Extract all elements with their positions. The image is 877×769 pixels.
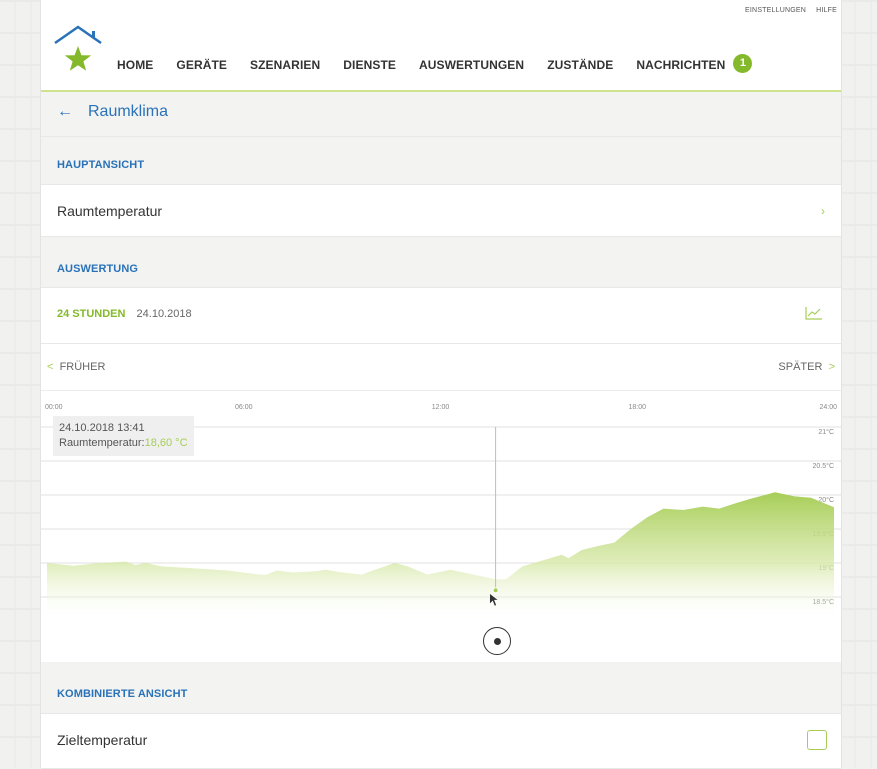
combined-view-label: KOMBINIERTE ANSICHT: [57, 688, 188, 700]
nav-devices[interactable]: GERÄTE: [176, 58, 227, 72]
page-title: Raumklima: [88, 103, 169, 120]
x-tick-label: 18:00: [628, 404, 646, 411]
line-chart-icon[interactable]: [805, 306, 823, 320]
chevron-right-icon: >: [828, 361, 835, 373]
app-panel: EINSTELLUNGEN HILFE HOME GERÄTE SZENARIE…: [40, 0, 842, 769]
period-selector[interactable]: 24 STUNDEN 24.10.2018: [57, 308, 192, 320]
later-button[interactable]: SPÄTER >: [778, 361, 835, 373]
background-pattern-right: [840, 0, 877, 768]
target-temperature-row: Zieltemperatur: [41, 714, 841, 769]
y-tick-label: 20.5°C: [813, 462, 834, 470]
nav-states[interactable]: ZUSTÄNDE: [547, 58, 613, 72]
tooltip-label: Raumtemperatur:: [59, 437, 145, 449]
room-temperature-label: Raumtemperatur: [57, 203, 163, 219]
period-row: 24 STUNDEN 24.10.2018: [41, 288, 841, 344]
nav-evaluations[interactable]: AUSWERTUNGEN: [419, 58, 524, 72]
target-temperature-checkbox[interactable]: [807, 730, 827, 750]
main-view-section-header: HAUPTANSICHT: [41, 137, 841, 185]
x-tick-label: 00:00: [45, 404, 63, 411]
main-nav: HOME GERÄTE SZENARIEN DIENSTE AUSWERTUNG…: [117, 54, 753, 73]
help-link[interactable]: HILFE: [816, 7, 837, 14]
settings-link[interactable]: EINSTELLUNGEN: [745, 7, 806, 14]
chart-navigation: < FRÜHER SPÄTER >: [41, 344, 841, 391]
record-dot-icon: [493, 637, 501, 645]
top-links: EINSTELLUNGEN HILFE: [737, 7, 837, 14]
messages-count-badge[interactable]: 1: [733, 54, 753, 73]
later-label: SPÄTER: [778, 361, 823, 373]
x-tick-label: 12:00: [432, 404, 450, 411]
target-temperature-label: Zieltemperatur: [57, 732, 148, 748]
chevron-left-icon: <: [47, 361, 54, 373]
chart-record-button[interactable]: [483, 627, 511, 655]
temperature-area: [47, 492, 834, 623]
evaluation-label: AUSWERTUNG: [57, 263, 139, 275]
period-range[interactable]: 24 STUNDEN: [57, 308, 125, 320]
house-star-logo-icon[interactable]: [52, 22, 104, 74]
x-tick-label: 24:00: [819, 404, 837, 411]
earlier-label: FRÜHER: [59, 361, 106, 373]
chart-tooltip: 24.10.2018 13:41 Raumtemperatur:18,60 °C: [53, 416, 194, 456]
header: EINSTELLUNGEN HILFE HOME GERÄTE SZENARIE…: [41, 0, 841, 92]
evaluation-section-header: AUSWERTUNG: [41, 237, 841, 288]
y-tick-label: 21°C: [818, 428, 834, 436]
nav-services[interactable]: DIENSTE: [343, 58, 396, 72]
tooltip-value: 18,60 °C: [144, 437, 188, 449]
x-tick-label: 06:00: [235, 404, 253, 411]
back-arrow-icon[interactable]: ←: [57, 103, 73, 121]
temperature-chart[interactable]: 21°C20.5°C20°C19.5°C19°C18.5°C00:0006:00…: [41, 391, 841, 661]
nav-scenarios[interactable]: SZENARIEN: [250, 58, 320, 72]
tooltip-timestamp: 24.10.2018 13:41: [59, 422, 145, 434]
room-temperature-row[interactable]: Raumtemperatur ›: [41, 185, 841, 237]
combined-view-section-header: KOMBINIERTE ANSICHT: [41, 662, 841, 714]
nav-home[interactable]: HOME: [117, 58, 153, 72]
period-date: 24.10.2018: [136, 308, 192, 320]
chevron-right-icon[interactable]: ›: [821, 204, 825, 218]
page-titlebar: ← Raumklima: [41, 92, 841, 137]
nav-messages[interactable]: NACHRICHTEN: [636, 58, 725, 72]
cursor-point: [492, 587, 499, 594]
background-pattern-left: [0, 0, 40, 768]
earlier-button[interactable]: < FRÜHER: [47, 361, 105, 373]
main-view-label: HAUPTANSICHT: [57, 159, 145, 171]
